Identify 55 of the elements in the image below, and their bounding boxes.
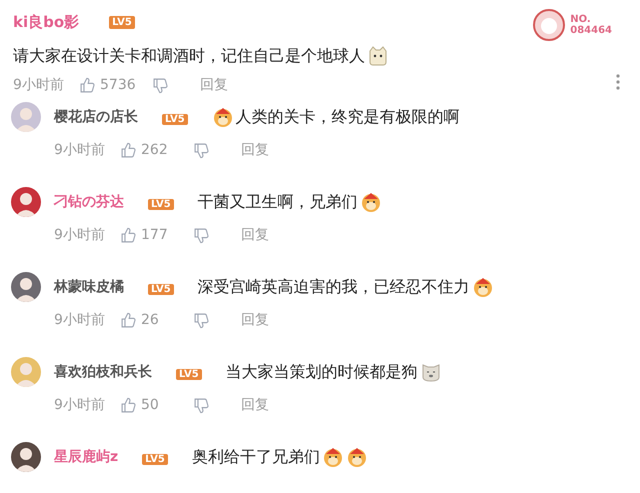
level-badge: LV5 <box>148 284 174 295</box>
reply-button[interactable]: 回复 <box>241 310 269 331</box>
comment-time: 9小时前 <box>54 141 106 160</box>
username[interactable]: ki良bo影 <box>13 11 80 34</box>
reply-button[interactable]: 回复 <box>241 140 269 161</box>
comment-time: 9小时前 <box>54 396 106 415</box>
thumbs-down-icon <box>193 227 210 244</box>
username[interactable]: 刁钻の芬达 <box>54 192 124 212</box>
comment-text: 请大家在设计关卡和调酒时，记住自己是个地球人 <box>13 45 365 67</box>
shiba-emoji-icon <box>212 106 234 128</box>
like-button[interactable]: 5736 <box>79 75 152 96</box>
level-badge: LV5 <box>176 369 202 380</box>
thumbs-down-icon <box>193 142 210 159</box>
thumbs-down-icon <box>193 312 210 329</box>
reply-button[interactable]: 回复 <box>200 75 228 96</box>
shiba-emoji-icon <box>472 276 494 298</box>
comment-text: 深受宫崎英高迫害的我，已经忍不住力 <box>198 276 470 298</box>
thumbs-up-icon <box>120 142 137 159</box>
level-badge: LV5 <box>162 114 188 125</box>
thumbs-down-icon <box>193 397 210 414</box>
like-button[interactable]: 177 <box>120 225 193 246</box>
fan-number: NO. 084464 <box>570 14 612 36</box>
comment-time: 9小时前 <box>54 311 106 330</box>
shiba-emoji-icon <box>322 446 344 468</box>
avatar-frame-icon <box>532 8 566 42</box>
user-avatar[interactable] <box>11 442 41 472</box>
comment-time: 9小时前 <box>13 76 65 95</box>
comment-text: 干菌又卫生啊，兄弟们 <box>198 191 358 213</box>
reply-button[interactable]: 回复 <box>241 225 269 246</box>
like-button[interactable]: 262 <box>120 140 193 161</box>
comment-text: 奥利给干了兄弟们 <box>192 446 320 468</box>
user-avatar[interactable] <box>11 187 41 217</box>
like-button[interactable]: 50 <box>120 395 193 416</box>
level-badge: LV5 <box>109 16 135 29</box>
thumbs-up-icon <box>79 77 96 94</box>
username[interactable]: 林蒙味皮橘 <box>54 276 124 298</box>
username[interactable]: 星辰鹿屿z <box>54 446 118 468</box>
thumbs-up-icon <box>120 227 137 244</box>
comment-text: 当大家当策划的时候都是狗 <box>226 361 418 383</box>
thumbs-down-icon <box>152 77 169 94</box>
more-options-icon[interactable] <box>616 73 620 91</box>
level-badge: LV5 <box>148 199 174 210</box>
reply-button[interactable]: 回复 <box>241 395 269 416</box>
user-avatar[interactable] <box>11 272 41 302</box>
username[interactable]: 樱花店の店长 <box>54 106 138 128</box>
comment-text: 人类的关卡，终究是有极限的啊 <box>236 106 460 128</box>
thumbs-up-icon <box>120 312 137 329</box>
like-button[interactable]: 26 <box>120 310 193 331</box>
cat-emoji-icon <box>367 45 389 67</box>
shiba-emoji-icon <box>360 191 382 213</box>
level-badge: LV5 <box>142 454 168 465</box>
shiba-emoji-icon <box>346 446 368 468</box>
comment-time: 9小时前 <box>54 226 106 245</box>
thumbs-up-icon <box>120 397 137 414</box>
username[interactable]: 喜欢狛枝和兵长 <box>54 362 152 382</box>
